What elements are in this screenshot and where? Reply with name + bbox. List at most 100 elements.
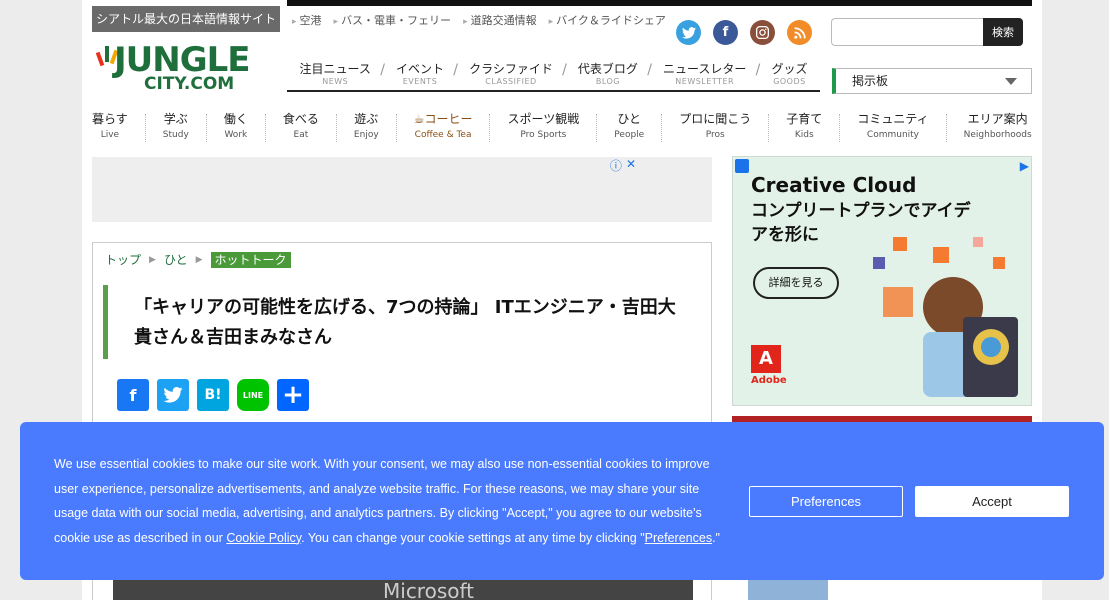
category-sports[interactable]: スポーツ観戦 Pro Sports: [508, 110, 580, 142]
article-title: 「キャリアの可能性を広げる、7つの持論」 ITエンジニア・吉田大貴さん＆吉田まみ…: [103, 285, 693, 359]
quicklink-airport[interactable]: 空港: [292, 12, 322, 28]
cookie-message: We use essential cookies to make our sit…: [54, 452, 734, 550]
ad-choices-icon[interactable]: [735, 159, 749, 173]
category-people-label: ひと: [617, 112, 642, 126]
category-coffee-sublabel: Coffee & Tea: [414, 130, 472, 140]
cookie-consent-banner: We use essential cookies to make our sit…: [20, 422, 1104, 580]
search-input[interactable]: [831, 18, 983, 46]
quicklink-rideshare[interactable]: バイク＆ライドシェア: [549, 12, 666, 28]
close-icon[interactable]: ✕: [626, 157, 636, 174]
ad-play-icon[interactable]: ▶: [1020, 159, 1029, 173]
category-study[interactable]: 学ぶ Study: [163, 110, 189, 142]
nav-newsletter[interactable]: ニュースレター NEWSLETTER: [657, 60, 761, 86]
category-divider: [489, 114, 491, 142]
nav-goods[interactable]: グッズ GOODS: [765, 60, 813, 86]
accept-button[interactable]: Accept: [915, 486, 1069, 517]
category-study-label: 学ぶ: [163, 112, 188, 126]
cookie-text-part3: .": [712, 530, 720, 545]
preferences-button[interactable]: Preferences: [749, 486, 903, 517]
category-people-sublabel: People: [614, 130, 645, 140]
category-people[interactable]: ひと People: [614, 110, 644, 142]
ad-cta-button[interactable]: 詳細を見る: [753, 267, 839, 299]
twitter-icon[interactable]: [676, 20, 701, 45]
ad-headline: Creative Cloud: [751, 173, 917, 197]
breadcrumb-top[interactable]: トップ: [105, 251, 141, 268]
nav-classified-sublabel: CLASSIFIED: [485, 77, 537, 86]
ad-info-icon[interactable]: ⓘ: [610, 157, 622, 174]
nav-goods-label: グッズ: [771, 62, 808, 76]
nav-news[interactable]: 注目ニュース NEWS: [294, 60, 386, 86]
category-pros[interactable]: プロに聞こう Pros: [679, 110, 751, 142]
facebook-share-button[interactable]: f: [117, 379, 149, 411]
breadcrumb-hot-talk[interactable]: ホットトーク: [210, 251, 291, 268]
search-button[interactable]: 検索: [983, 18, 1023, 46]
nav-classified[interactable]: クラシファイド CLASSIFIED: [463, 60, 567, 86]
adobe-logo: A Adobe: [751, 345, 787, 386]
site-tagline: シアトル最大の日本語情報サイト: [92, 6, 280, 32]
nav-goods-sublabel: GOODS: [773, 77, 806, 86]
nav-blog-label: 代表ブログ: [577, 62, 638, 76]
quicklink-transit[interactable]: バス・電車・フェリー: [334, 12, 451, 28]
site-search: 検索: [831, 18, 1023, 46]
photo-sign-text: Microsoft: [383, 579, 475, 600]
category-eat[interactable]: 食べる Eat: [283, 110, 319, 142]
category-live-label: 暮らす: [92, 112, 128, 126]
category-community-label: コミュニティ: [857, 112, 929, 126]
quicklink-traffic[interactable]: 道路交通情報: [463, 12, 537, 28]
nav-newsletter-sublabel: NEWSLETTER: [675, 77, 735, 86]
category-work[interactable]: 働く Work: [224, 110, 248, 142]
facebook-icon: f: [129, 385, 137, 405]
quick-links: 空港 バス・電車・フェリー 道路交通情報 バイク＆ライドシェア: [292, 12, 666, 28]
category-community[interactable]: コミュニティ Community: [857, 110, 928, 142]
category-divider: [768, 114, 770, 142]
category-work-sublabel: Work: [224, 130, 248, 140]
instagram-icon[interactable]: [750, 20, 775, 45]
nav-newsletter-label: ニュースレター: [662, 62, 747, 76]
main-nav: 注目ニュースNEWS イベントEVENTS クラシファイドCLASSIFIED …: [287, 60, 820, 92]
ad-illustration-icon: [873, 237, 1018, 397]
category-neighborhoods[interactable]: エリア案内 Neighborhoods: [964, 110, 1032, 142]
site-logo[interactable]: JUNGLE CITY.COM: [96, 40, 276, 96]
hatena-share-button[interactable]: B!: [197, 379, 229, 411]
adobe-logo-icon: A: [751, 345, 781, 373]
banner-ad-slot[interactable]: ⓘ ✕: [92, 157, 712, 222]
hatena-icon: B!: [204, 387, 222, 403]
category-eat-label: 食べる: [282, 112, 319, 126]
category-enjoy[interactable]: 遊ぶ Enjoy: [354, 110, 379, 142]
logo-text-city: CITY.COM: [144, 74, 235, 94]
category-eat-sublabel: Eat: [293, 130, 309, 140]
nav-events[interactable]: イベント EVENTS: [390, 60, 458, 86]
twitter-share-button[interactable]: [157, 379, 189, 411]
category-live[interactable]: 暮らす Live: [92, 110, 128, 142]
nav-classified-label: クラシファイド: [469, 62, 553, 76]
breadcrumb-arrow-icon: ▶: [195, 254, 203, 265]
sidebar-ad-adobe[interactable]: ▶ Creative Cloud コンプリートプランでアイデアを形に 詳細を見る…: [732, 156, 1032, 406]
more-share-button[interactable]: +: [277, 379, 309, 411]
sidebar-thumbnail[interactable]: [748, 578, 828, 600]
board-label: 掲示板: [852, 74, 889, 88]
nav-blog[interactable]: 代表ブログ BLOG: [572, 60, 652, 86]
category-kids-label: 子育て: [786, 112, 823, 126]
rss-icon[interactable]: [787, 20, 812, 45]
chevron-down-icon: [1005, 78, 1017, 85]
nav-news-label: 注目ニュース: [299, 62, 371, 76]
breadcrumb: トップ ▶ ひと ▶ ホットトーク: [105, 251, 291, 268]
breadcrumb-people[interactable]: ひと: [164, 251, 188, 268]
line-share-button[interactable]: LINE: [237, 379, 269, 411]
category-divider: [395, 114, 397, 142]
cookie-policy-link[interactable]: Cookie Policy: [226, 531, 301, 545]
facebook-icon[interactable]: f: [713, 20, 738, 45]
category-community-sublabel: Community: [866, 130, 920, 140]
category-sports-label: スポーツ観戦: [507, 112, 580, 126]
category-kids[interactable]: 子育て Kids: [786, 110, 822, 142]
ad-controls: ⓘ ✕: [610, 157, 636, 174]
category-divider: [335, 114, 337, 142]
board-dropdown[interactable]: 掲示板: [832, 68, 1032, 94]
category-pros-sublabel: Pros: [705, 130, 725, 140]
line-icon: LINE: [242, 390, 264, 400]
cookie-preferences-link[interactable]: Preferences: [645, 531, 712, 545]
social-links: f: [676, 20, 812, 45]
category-live-sublabel: Live: [100, 130, 120, 140]
category-divider: [661, 114, 663, 142]
category-coffee[interactable]: ☕コーヒー Coffee & Tea: [414, 110, 473, 142]
